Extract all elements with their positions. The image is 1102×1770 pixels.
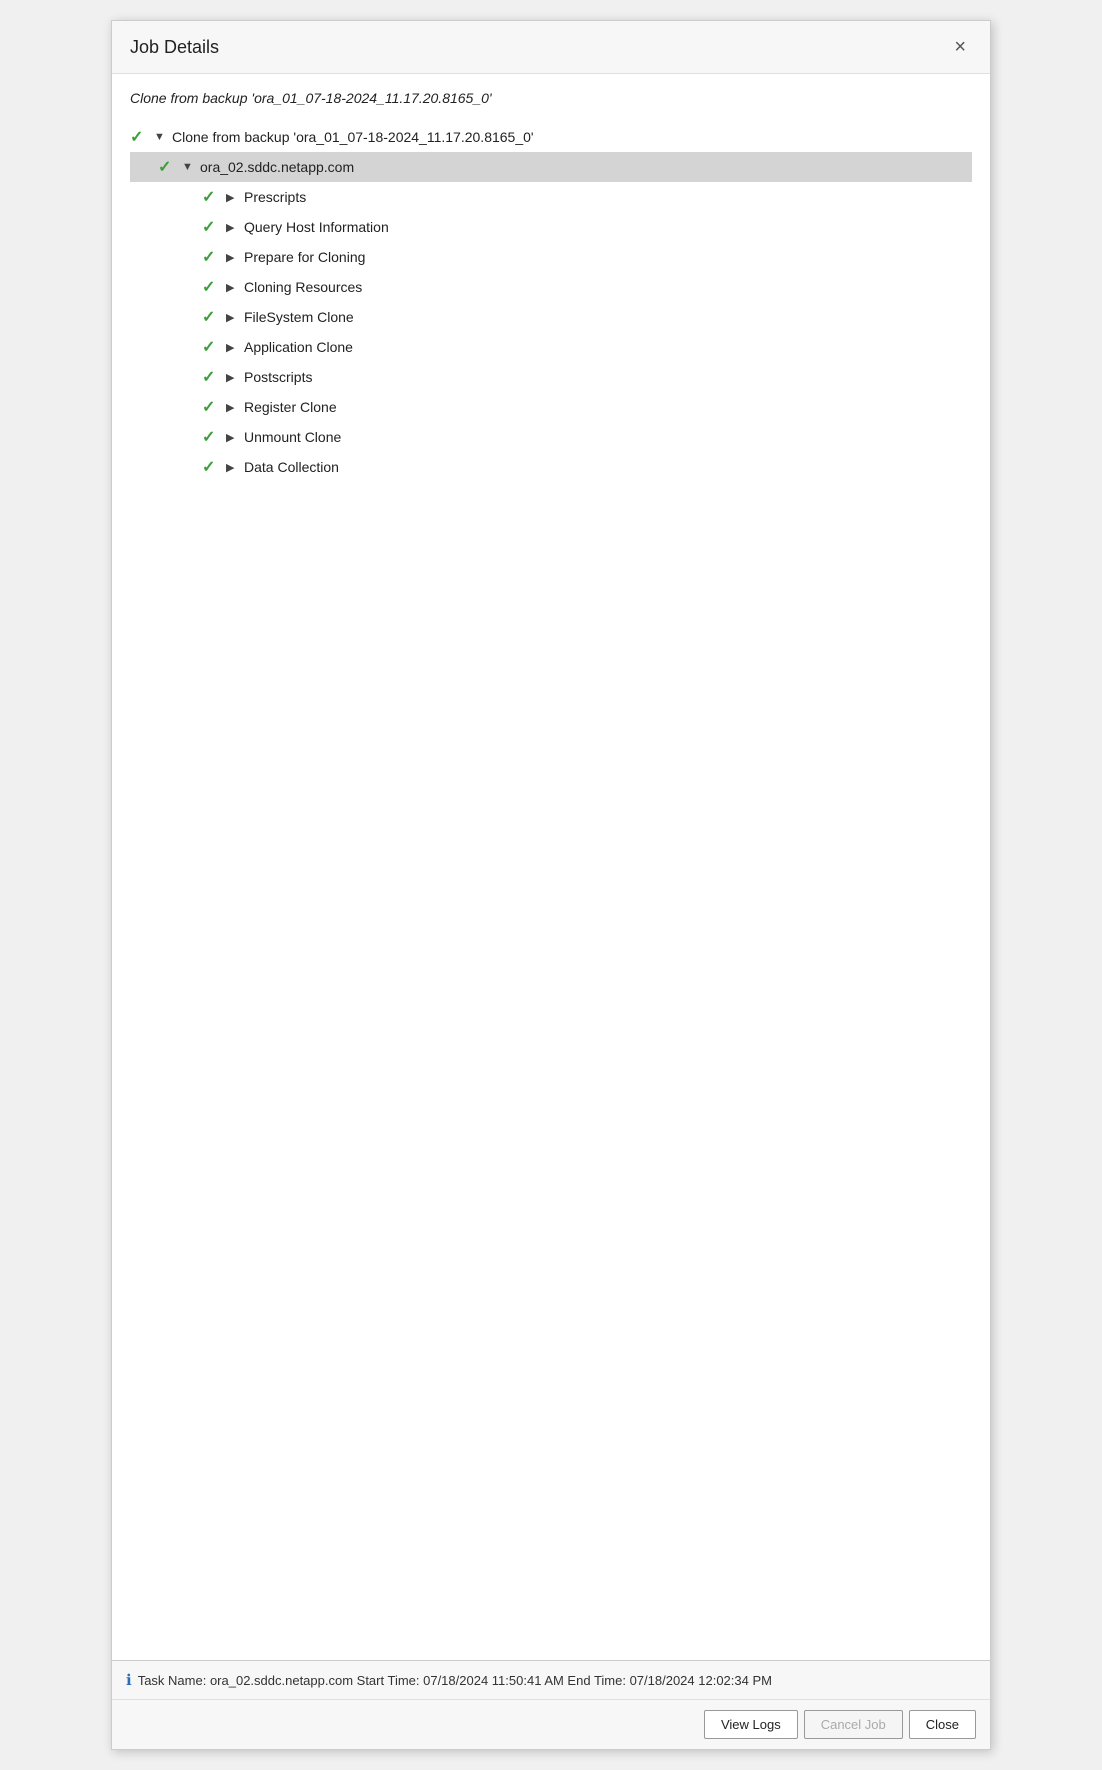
tree-row-filesystem-clone[interactable]: ✓ ▶ FileSystem Clone	[130, 302, 972, 332]
toggle-prepare-cloning[interactable]: ▶	[226, 251, 240, 264]
footer-buttons: View Logs Cancel Job Close	[112, 1700, 990, 1749]
job-tree: ✓ ▼ Clone from backup 'ora_01_07-18-2024_1…	[130, 122, 972, 482]
label-prescripts: Prescripts	[244, 189, 306, 205]
job-details-dialog: Job Details × Clone from backup 'ora_01_…	[111, 20, 991, 1750]
cancel-job-button[interactable]: Cancel Job	[804, 1710, 903, 1739]
label-prepare-cloning: Prepare for Cloning	[244, 249, 365, 265]
toggle-postscripts[interactable]: ▶	[226, 371, 240, 384]
label-root: Clone from backup 'ora_01_07-18-2024_11.…	[172, 129, 534, 145]
label-postscripts: Postscripts	[244, 369, 312, 385]
toggle-prescripts[interactable]: ▶	[226, 191, 240, 204]
toggle-unmount-clone[interactable]: ▶	[226, 431, 240, 444]
check-icon-root: ✓	[130, 127, 150, 147]
label-host: ora_02.sddc.netapp.com	[200, 159, 354, 175]
dialog-body: Clone from backup 'ora_01_07-18-2024_11.…	[112, 74, 990, 1660]
check-icon-data-collection: ✓	[202, 457, 222, 477]
toggle-register-clone[interactable]: ▶	[226, 401, 240, 414]
check-icon-postscripts: ✓	[202, 367, 222, 387]
dialog-header: Job Details ×	[112, 21, 990, 74]
toggle-query-host[interactable]: ▶	[226, 221, 240, 234]
toggle-data-collection[interactable]: ▶	[226, 461, 240, 474]
task-info: ℹ Task Name: ora_02.sddc.netapp.com Star…	[112, 1661, 990, 1700]
check-icon-query-host: ✓	[202, 217, 222, 237]
check-icon-unmount-clone: ✓	[202, 427, 222, 447]
tree-row-prepare-cloning[interactable]: ✓ ▶ Prepare for Cloning	[130, 242, 972, 272]
view-logs-button[interactable]: View Logs	[704, 1710, 798, 1739]
label-filesystem-clone: FileSystem Clone	[244, 309, 354, 325]
dialog-title: Job Details	[130, 37, 219, 58]
dialog-footer: ℹ Task Name: ora_02.sddc.netapp.com Star…	[112, 1660, 990, 1749]
label-data-collection: Data Collection	[244, 459, 339, 475]
check-icon-register-clone: ✓	[202, 397, 222, 417]
label-register-clone: Register Clone	[244, 399, 337, 415]
check-icon-filesystem-clone: ✓	[202, 307, 222, 327]
tree-row-register-clone[interactable]: ✓ ▶ Register Clone	[130, 392, 972, 422]
check-icon-prepare-cloning: ✓	[202, 247, 222, 267]
check-icon-prescripts: ✓	[202, 187, 222, 207]
toggle-root[interactable]: ▼	[154, 131, 168, 143]
tree-row-root[interactable]: ✓ ▼ Clone from backup 'ora_01_07-18-2024_1…	[130, 122, 972, 152]
task-info-text: Task Name: ora_02.sddc.netapp.com Start …	[138, 1673, 772, 1688]
label-cloning-resources: Cloning Resources	[244, 279, 362, 295]
close-icon-button[interactable]: ×	[948, 35, 972, 59]
label-unmount-clone: Unmount Clone	[244, 429, 341, 445]
check-icon-cloning-resources: ✓	[202, 277, 222, 297]
info-icon: ℹ	[126, 1671, 132, 1689]
toggle-cloning-resources[interactable]: ▶	[226, 281, 240, 294]
close-button[interactable]: Close	[909, 1710, 976, 1739]
check-icon-application-clone: ✓	[202, 337, 222, 357]
tree-row-prescripts[interactable]: ✓ ▶ Prescripts	[130, 182, 972, 212]
toggle-application-clone[interactable]: ▶	[226, 341, 240, 354]
tree-row-application-clone[interactable]: ✓ ▶ Application Clone	[130, 332, 972, 362]
job-subtitle: Clone from backup 'ora_01_07-18-2024_11.…	[130, 90, 972, 106]
toggle-host[interactable]: ▼	[182, 161, 196, 173]
tree-row-data-collection[interactable]: ✓ ▶ Data Collection	[130, 452, 972, 482]
tree-row-cloning-resources[interactable]: ✓ ▶ Cloning Resources	[130, 272, 972, 302]
check-icon-host: ✓	[158, 157, 178, 177]
tree-row-postscripts[interactable]: ✓ ▶ Postscripts	[130, 362, 972, 392]
toggle-filesystem-clone[interactable]: ▶	[226, 311, 240, 324]
label-application-clone: Application Clone	[244, 339, 353, 355]
tree-row-host[interactable]: ✓ ▼ ora_02.sddc.netapp.com	[130, 152, 972, 182]
tree-row-query-host[interactable]: ✓ ▶ Query Host Information	[130, 212, 972, 242]
label-query-host: Query Host Information	[244, 219, 389, 235]
tree-row-unmount-clone[interactable]: ✓ ▶ Unmount Clone	[130, 422, 972, 452]
